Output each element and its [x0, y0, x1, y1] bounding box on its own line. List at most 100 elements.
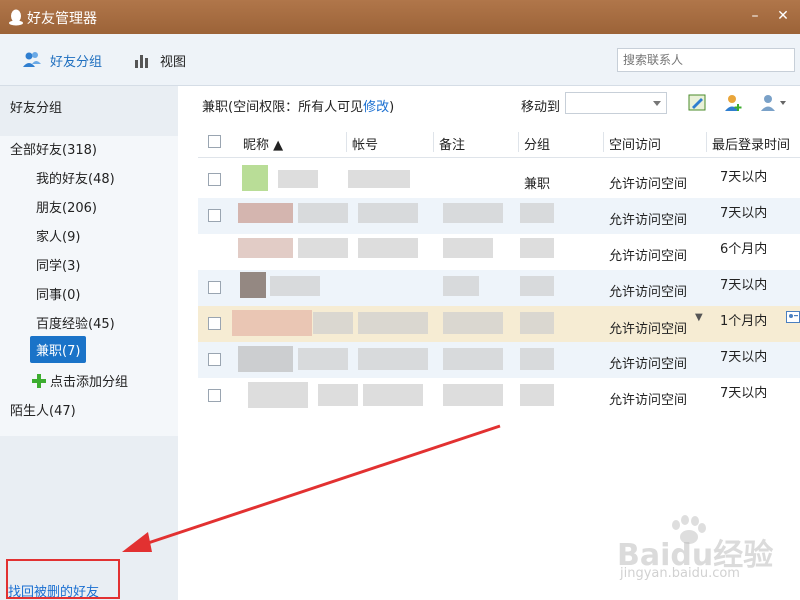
group-strangers[interactable]: 陌生人(47)	[10, 400, 76, 419]
redacted-account	[348, 170, 410, 188]
column-remark[interactable]: 备注	[439, 134, 465, 153]
redacted-account	[358, 312, 428, 334]
annotation-highlight-box	[6, 559, 120, 599]
table-header: 昵称 ▲ 帐号 备注 分组 空间访问 最后登录时间	[198, 126, 800, 158]
group-my-friends[interactable]: 我的好友(48)	[36, 168, 115, 187]
add-friend-icon[interactable]	[722, 92, 744, 114]
move-to-label: 移动到	[521, 100, 561, 115]
table-row[interactable]: 允许访问空间 7天以内	[198, 378, 800, 414]
column-last-login[interactable]: 最后登录时间	[712, 134, 790, 153]
avatar	[238, 346, 293, 372]
redacted-nickname	[318, 384, 358, 406]
group-family[interactable]: 家人(9)	[36, 226, 80, 245]
add-group-button[interactable]: 点击添加分组	[32, 371, 128, 390]
cell-last-login: 7天以内	[720, 386, 768, 401]
redacted-account	[358, 238, 418, 258]
avatar	[232, 310, 312, 336]
table-row[interactable]: 允许访问空间 6个月内	[198, 234, 800, 270]
cell-space-access: 允许访问空间	[609, 322, 688, 337]
cell-space-access: 允许访问空间	[609, 213, 688, 228]
row-checkbox[interactable]	[208, 281, 221, 294]
row-dropdown-icon[interactable]: ▼	[695, 312, 703, 323]
profile-card-icon[interactable]	[786, 310, 800, 324]
row-checkbox[interactable]	[208, 317, 221, 330]
chevron-down-icon	[653, 101, 661, 106]
column-space-access[interactable]: 空间访问	[609, 134, 661, 153]
group-all-friends[interactable]: 全部好友(318)	[10, 139, 97, 158]
add-group-label: 点击添加分组	[50, 375, 129, 390]
group-colleagues[interactable]: 同事(0)	[36, 284, 80, 303]
edit-remark-icon[interactable]	[687, 92, 709, 114]
redacted-nickname	[313, 312, 353, 334]
title-bar: 好友管理器 – ✕	[0, 0, 800, 34]
column-group[interactable]: 分组	[524, 134, 550, 153]
column-divider	[603, 132, 604, 152]
redacted-remark	[443, 348, 503, 370]
add-plus-icon	[32, 373, 46, 388]
friend-groups-label: 好友分组	[50, 54, 103, 70]
sidebar: 好友分组 全部好友(318) 我的好友(48) 朋友(206) 家人(9) 同学…	[0, 86, 178, 600]
redacted-group	[520, 348, 554, 370]
table-row[interactable]: 允许访问空间 7天以内	[198, 270, 800, 306]
avatar	[248, 382, 308, 408]
row-checkbox[interactable]	[208, 209, 221, 222]
column-account[interactable]: 帐号	[352, 134, 378, 153]
redacted-group	[520, 276, 554, 296]
redacted-account	[363, 384, 423, 406]
redacted-remark	[443, 203, 503, 223]
group-baidu-jingyan[interactable]: 百度经验(45)	[36, 313, 115, 332]
move-to-dropdown[interactable]	[565, 92, 667, 114]
modify-link[interactable]: 修改	[363, 100, 389, 115]
row-checkbox[interactable]	[208, 173, 221, 186]
row-checkbox[interactable]	[208, 389, 221, 402]
cell-last-login: 6个月内	[720, 242, 768, 257]
close-icon[interactable]: ✕	[772, 5, 794, 27]
redacted-group	[520, 312, 554, 334]
column-divider	[433, 132, 434, 152]
view-tab[interactable]: 视图	[134, 49, 186, 71]
redacted-nickname	[298, 348, 348, 370]
friend-groups-tab[interactable]: 好友分组	[22, 49, 102, 71]
group-classmates[interactable]: 同学(3)	[36, 255, 80, 274]
group-info-bar: 兼职(空间权限：所有人可见修改) 移动到	[178, 86, 800, 124]
table-row[interactable]: 允许访问空间 7天以内	[198, 198, 800, 234]
redacted-group	[520, 238, 554, 258]
column-divider	[346, 132, 347, 152]
column-divider	[706, 132, 707, 152]
redacted-nickname	[270, 276, 320, 296]
redacted-group	[520, 203, 554, 223]
user-group-icon	[23, 52, 41, 67]
search-contacts-input[interactable]	[617, 48, 795, 72]
cell-space-access: 允许访问空间	[609, 249, 688, 264]
column-nickname[interactable]: 昵称 ▲	[243, 134, 283, 153]
redacted-account	[358, 203, 418, 223]
table-row-hovered[interactable]: 允许访问空间 ▼ 1个月内	[198, 306, 800, 342]
cell-space-access: 允许访问空间	[609, 357, 688, 372]
redacted-remark	[443, 276, 479, 296]
group-friends[interactable]: 朋友(206)	[36, 197, 97, 216]
redacted-remark	[443, 238, 493, 258]
window-title: 好友管理器	[27, 11, 97, 27]
bar-chart-icon	[135, 55, 148, 68]
cell-last-login: 1个月内	[720, 314, 768, 329]
table-row[interactable]: 允许访问空间 7天以内	[198, 342, 800, 378]
redacted-group	[520, 384, 554, 406]
minimize-icon[interactable]: –	[744, 5, 766, 27]
qq-penguin-icon	[9, 9, 23, 26]
table-row[interactable]: 兼职 允许访问空间 7天以内	[198, 162, 800, 198]
group-part-time-selected[interactable]: 兼职(7)	[30, 336, 87, 363]
cell-space-access: 允许访问空间	[609, 393, 688, 408]
redacted-remark	[443, 384, 503, 406]
cell-last-login: 7天以内	[720, 206, 768, 221]
select-all-checkbox[interactable]	[208, 135, 221, 148]
cell-group: 兼职	[524, 177, 551, 192]
redacted-account	[358, 348, 428, 370]
view-label: 视图	[160, 54, 187, 70]
cell-space-access: 允许访问空间	[609, 177, 688, 192]
avatar	[242, 165, 268, 191]
contact-settings-icon[interactable]	[758, 92, 788, 114]
cell-last-login: 7天以内	[720, 350, 768, 365]
row-checkbox[interactable]	[208, 353, 221, 366]
watermark-site: jingyan.baidu.com	[620, 566, 740, 581]
sort-ascending-icon: ▲	[273, 138, 284, 153]
